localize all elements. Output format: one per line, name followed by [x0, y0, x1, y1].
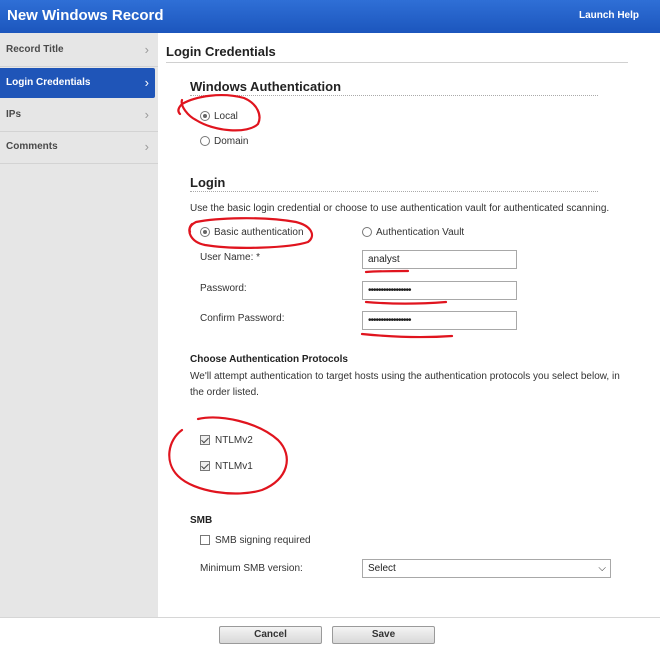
min-smb-version-label: Minimum SMB version: [200, 563, 303, 574]
title-bar: New Windows Record Launch Help [0, 0, 660, 33]
basic-auth-label: Basic authentication [214, 227, 304, 238]
chevron-right-icon: › [144, 42, 149, 57]
chevron-right-icon: › [144, 107, 149, 122]
domain-radio-option[interactable]: Domain [200, 136, 248, 147]
footer-bar: Cancel Save [0, 617, 660, 661]
divider [0, 66, 158, 67]
smb-heading: SMB [190, 515, 213, 526]
sidebar-item-label: IPs [6, 109, 22, 120]
sidebar-item-label: Record Title [6, 44, 64, 55]
protocols-description-line2: the order listed. [190, 387, 259, 398]
cancel-button[interactable]: Cancel [219, 626, 322, 644]
domain-label: Domain [214, 136, 249, 147]
sidebar: Record Title › Login Credentials › IPs ›… [0, 33, 158, 617]
basic-auth-radio-option[interactable]: Basic authentication [200, 227, 304, 238]
ntlmv2-option[interactable]: NTLMv2 [200, 435, 253, 446]
auth-vault-label: Authentication Vault [376, 227, 465, 238]
chevron-down-icon: ⌵ [598, 563, 606, 574]
local-radio-option[interactable]: Local [200, 111, 238, 122]
divider [0, 163, 158, 164]
login-description: Use the basic login credential or choose… [190, 203, 610, 214]
smb-signing-option[interactable]: SMB signing required [200, 535, 311, 546]
sidebar-item-comments[interactable]: Comments › [0, 132, 155, 162]
confirm-password-label: Confirm Password: [200, 313, 285, 324]
auth-vault-radio-option[interactable]: Authentication Vault [362, 227, 464, 238]
checkbox-unchecked-icon[interactable] [200, 535, 210, 546]
sidebar-item-login-credentials[interactable]: Login Credentials › [0, 68, 155, 98]
confirm-password-field[interactable]: ••••••••••••••••• [362, 311, 517, 330]
divider [190, 95, 598, 96]
ntlmv2-label: NTLMv2 [215, 435, 253, 446]
password-field[interactable]: ••••••••••••••••• [362, 281, 517, 300]
username-field[interactable]: analyst [362, 250, 517, 269]
sidebar-item-label: Comments [6, 141, 58, 152]
radio-unselected-icon[interactable] [362, 227, 372, 238]
chevron-right-icon: › [144, 139, 149, 154]
sidebar-item-record-title[interactable]: Record Title › [0, 35, 155, 65]
page-title: Login Credentials [166, 44, 276, 59]
windows-auth-heading: Windows Authentication [190, 79, 342, 94]
username-label: User Name: * [200, 252, 261, 263]
login-heading: Login [190, 175, 226, 190]
divider [190, 191, 598, 192]
ntlmv1-option[interactable]: NTLMv1 [200, 461, 253, 472]
save-button[interactable]: Save [332, 626, 435, 644]
chevron-right-icon: › [144, 75, 149, 90]
min-smb-version-value: Select [368, 563, 396, 574]
ntlmv1-label: NTLMv1 [215, 461, 253, 472]
sidebar-item-label: Login Credentials [6, 77, 91, 88]
radio-unselected-icon[interactable] [200, 136, 210, 147]
password-label: Password: [200, 283, 247, 294]
protocols-heading: Choose Authentication Protocols [190, 354, 348, 365]
main-panel: Login Credentials Windows Authentication… [158, 33, 660, 617]
sidebar-item-ips[interactable]: IPs › [0, 100, 155, 130]
local-label: Local [214, 111, 238, 122]
radio-selected-icon[interactable] [200, 227, 210, 238]
protocols-description-line1: We'll attempt authentication to target h… [190, 371, 620, 382]
launch-help-link[interactable]: Launch Help [579, 10, 639, 21]
divider [166, 62, 628, 63]
checkbox-checked-icon[interactable] [200, 435, 210, 446]
smb-signing-label: SMB signing required [215, 535, 311, 546]
radio-selected-icon[interactable] [200, 111, 210, 122]
checkbox-checked-icon[interactable] [200, 461, 210, 472]
window-title: New Windows Record [7, 7, 164, 24]
min-smb-version-select[interactable]: Select ⌵ [362, 559, 611, 578]
